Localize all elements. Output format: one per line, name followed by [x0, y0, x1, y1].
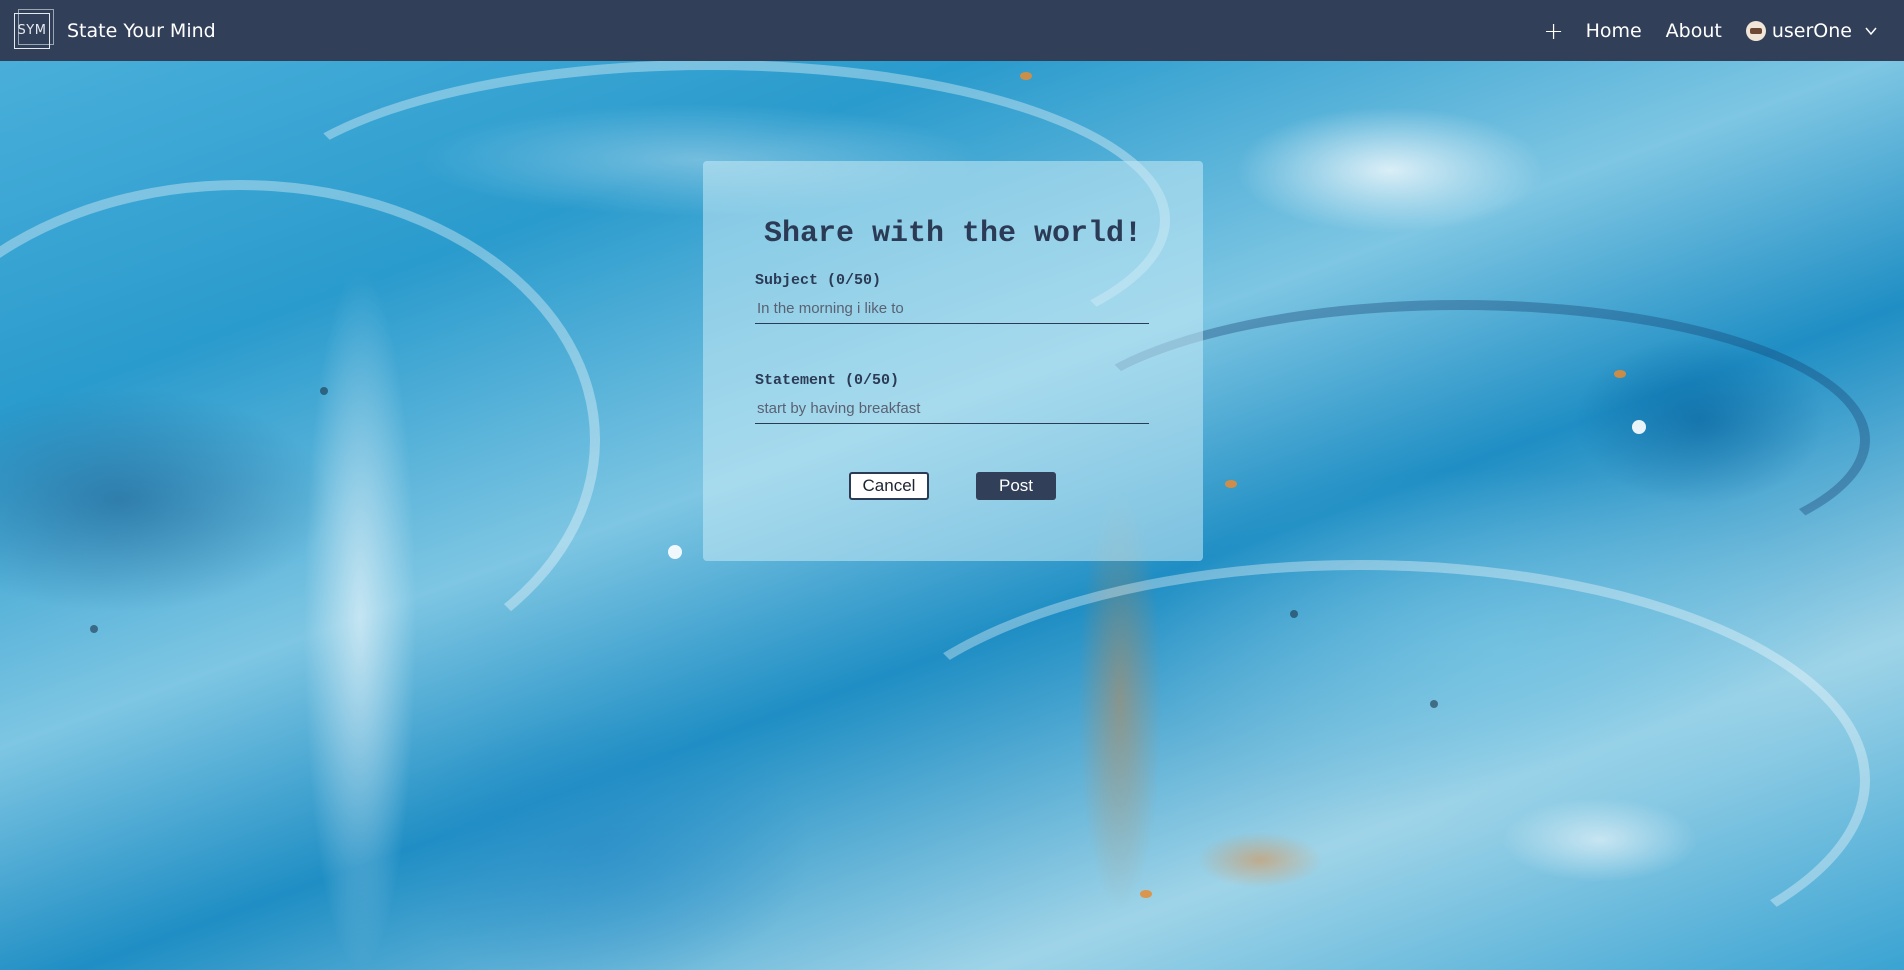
- subject-label: Subject (0/50): [755, 272, 882, 289]
- plus-icon[interactable]: +: [1543, 17, 1563, 45]
- form-title: Share with the world!: [763, 217, 1143, 251]
- background-speck: [1225, 480, 1237, 488]
- post-button[interactable]: Post: [976, 472, 1056, 500]
- background-speck: [1632, 420, 1646, 434]
- chevron-down-icon: [1865, 27, 1877, 35]
- nav-link-home[interactable]: Home: [1586, 20, 1642, 42]
- background-speck: [1020, 72, 1032, 80]
- background-speck: [320, 387, 328, 395]
- cancel-button[interactable]: Cancel: [849, 472, 929, 500]
- statement-input[interactable]: [755, 394, 1149, 424]
- nav-right: + Home About userOne: [1543, 0, 1890, 61]
- background-speck: [1430, 700, 1438, 708]
- page: SYM State Your Mind + Home About userOne…: [0, 0, 1904, 970]
- nav-link-about[interactable]: About: [1666, 20, 1722, 42]
- background-speck: [1290, 610, 1298, 618]
- logo-text: SYM: [17, 23, 47, 38]
- user-name: userOne: [1771, 19, 1852, 42]
- background-speck: [1614, 370, 1626, 378]
- user-menu[interactable]: userOne: [1745, 19, 1878, 42]
- share-form-card: Share with the world! Subject (0/50) Sta…: [703, 161, 1203, 561]
- background-speck: [90, 625, 98, 633]
- top-navbar: SYM State Your Mind + Home About userOne: [0, 0, 1904, 61]
- subject-input[interactable]: [755, 294, 1149, 324]
- statement-label: Statement (0/50): [755, 372, 900, 389]
- avatar: [1745, 20, 1766, 41]
- background-speck: [1140, 890, 1152, 898]
- logo[interactable]: SYM: [14, 8, 54, 49]
- background-swirl: [850, 560, 1870, 970]
- background-speck: [668, 545, 682, 559]
- brand-name[interactable]: State Your Mind: [67, 20, 216, 42]
